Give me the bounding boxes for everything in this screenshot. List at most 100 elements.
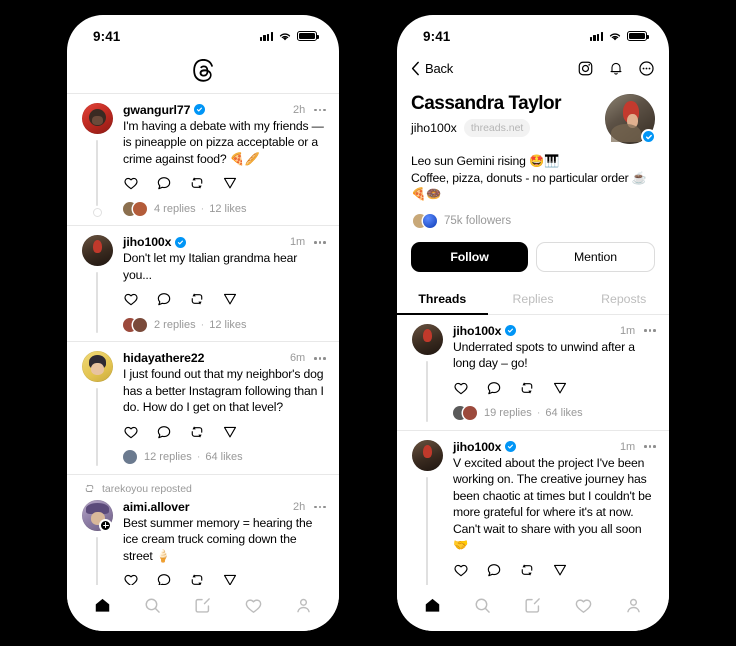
post-username[interactable]: aimi.allover — [123, 500, 190, 514]
avatar[interactable] — [81, 102, 113, 134]
reply-count[interactable]: 12 replies — [144, 451, 192, 463]
post-username[interactable]: jiho100x — [453, 324, 502, 338]
back-button[interactable]: Back — [411, 61, 453, 76]
feed-post[interactable]: hidayathere22 6m I just found out that m… — [67, 342, 339, 474]
avatar[interactable] — [81, 351, 113, 383]
profile-icon[interactable] — [294, 596, 313, 615]
post-stats: 4 replies · 12 likes — [154, 203, 247, 215]
home-icon[interactable] — [423, 596, 442, 615]
followers-row[interactable]: 75k followers — [397, 203, 669, 230]
share-icon[interactable] — [552, 380, 568, 396]
thread-connector — [96, 272, 98, 334]
feed-post[interactable]: jiho100x 1m Don't let my Italian grandma… — [67, 226, 339, 341]
tab-reposts[interactable]: Reposts — [578, 284, 669, 314]
share-icon[interactable] — [222, 291, 238, 307]
more-options-icon[interactable] — [314, 239, 326, 246]
post-text: V excited about the project I've been wo… — [453, 455, 652, 553]
verified-badge-icon — [194, 104, 206, 116]
like-count[interactable]: 64 likes — [545, 407, 582, 419]
comment-icon[interactable] — [156, 291, 172, 307]
tab-threads[interactable]: Threads — [397, 284, 488, 315]
avatar[interactable] — [411, 323, 443, 355]
post-header: aimi.allover 2h — [123, 500, 326, 514]
post-username[interactable]: jiho100x — [123, 235, 172, 249]
more-circle-icon[interactable] — [638, 60, 655, 77]
status-icons — [589, 31, 649, 42]
left-phone-frame: 9:41 gwangurl77 2h I'm having a debate w… — [62, 10, 344, 636]
more-options-icon[interactable] — [314, 107, 326, 114]
compose-icon[interactable] — [193, 596, 212, 615]
repost-icon[interactable] — [189, 572, 205, 585]
comment-icon[interactable] — [156, 424, 172, 440]
like-count[interactable]: 12 likes — [209, 319, 246, 331]
profile-post[interactable]: jiho100x 1m Underrated spots to unwind a… — [397, 315, 669, 430]
post-username[interactable]: gwangurl77 — [123, 103, 190, 117]
comment-icon[interactable] — [156, 175, 172, 191]
reply-count[interactable]: 19 replies — [484, 407, 532, 419]
post-meta: 1m — [620, 441, 656, 453]
repost-icon[interactable] — [189, 291, 205, 307]
more-options-icon[interactable] — [314, 355, 326, 362]
like-icon[interactable] — [123, 175, 139, 191]
post-meta: 2h — [293, 501, 326, 513]
post-username[interactable]: hidayathere22 — [123, 351, 205, 365]
post-timestamp: 6m — [289, 352, 306, 365]
like-icon[interactable] — [123, 291, 139, 307]
search-icon[interactable] — [143, 596, 162, 615]
more-options-icon[interactable] — [644, 443, 656, 450]
comment-icon[interactable] — [156, 572, 172, 585]
repost-icon[interactable] — [519, 380, 535, 396]
repost-icon[interactable] — [519, 562, 535, 578]
post-timestamp: 2h — [292, 500, 306, 513]
avatar[interactable] — [411, 439, 443, 471]
reply-count[interactable]: 4 replies — [154, 203, 196, 215]
comment-icon[interactable] — [486, 380, 502, 396]
search-icon[interactable] — [473, 596, 492, 615]
right-phone-frame: 9:41 Back Cassandra Taylor jiho100x thre… — [392, 10, 674, 636]
more-options-icon[interactable] — [314, 504, 326, 511]
post-footer: 4 replies · 12 likes — [123, 200, 326, 217]
right-status-bar: 9:41 — [397, 15, 669, 49]
activity-icon[interactable] — [574, 596, 593, 615]
avatar-column — [410, 323, 444, 422]
compose-icon[interactable] — [523, 596, 542, 615]
add-profile-badge-icon[interactable] — [99, 518, 112, 532]
bell-icon[interactable] — [608, 60, 624, 77]
feed-post[interactable]: gwangurl77 2h I'm having a debate with m… — [67, 94, 339, 226]
like-count[interactable]: 12 likes — [209, 203, 246, 215]
domain-pill[interactable]: threads.net — [463, 119, 531, 137]
share-icon[interactable] — [222, 572, 238, 585]
feed-post[interactable]: aimi.allover 2h Best summer memory = hea… — [67, 496, 339, 585]
thread-end-dot — [92, 208, 102, 218]
share-icon[interactable] — [222, 424, 238, 440]
instagram-icon[interactable] — [577, 60, 594, 77]
comment-icon[interactable] — [486, 562, 502, 578]
home-icon[interactable] — [93, 596, 112, 615]
activity-icon[interactable] — [244, 596, 263, 615]
follow-button[interactable]: Follow — [411, 241, 528, 272]
post-username[interactable]: jiho100x — [453, 440, 502, 454]
profile-post[interactable]: jiho100x 1m V excited about the project … — [397, 431, 669, 585]
like-icon[interactable] — [123, 572, 139, 585]
profile-icon[interactable] — [624, 596, 643, 615]
mention-button[interactable]: Mention — [536, 241, 655, 272]
like-icon[interactable] — [123, 424, 139, 440]
reply-count[interactable]: 2 replies — [154, 319, 196, 331]
avatar-column — [410, 439, 444, 585]
like-count[interactable]: 64 likes — [205, 451, 242, 463]
like-icon[interactable] — [453, 380, 469, 396]
share-icon[interactable] — [222, 175, 238, 191]
verified-badge-icon — [505, 325, 517, 336]
more-options-icon[interactable] — [644, 327, 656, 334]
repost-icon[interactable] — [189, 175, 205, 191]
profile-header: Cassandra Taylor jiho100x threads.net — [397, 87, 669, 144]
profile-avatar[interactable] — [605, 94, 656, 144]
post-meta: 6m — [290, 352, 326, 364]
share-icon[interactable] — [552, 562, 568, 578]
left-bottom-nav — [67, 585, 339, 631]
avatar[interactable] — [81, 235, 113, 267]
repost-icon[interactable] — [189, 424, 205, 440]
post-header: jiho100x 1m — [123, 235, 326, 249]
tab-replies[interactable]: Replies — [488, 284, 579, 314]
like-icon[interactable] — [453, 562, 469, 578]
